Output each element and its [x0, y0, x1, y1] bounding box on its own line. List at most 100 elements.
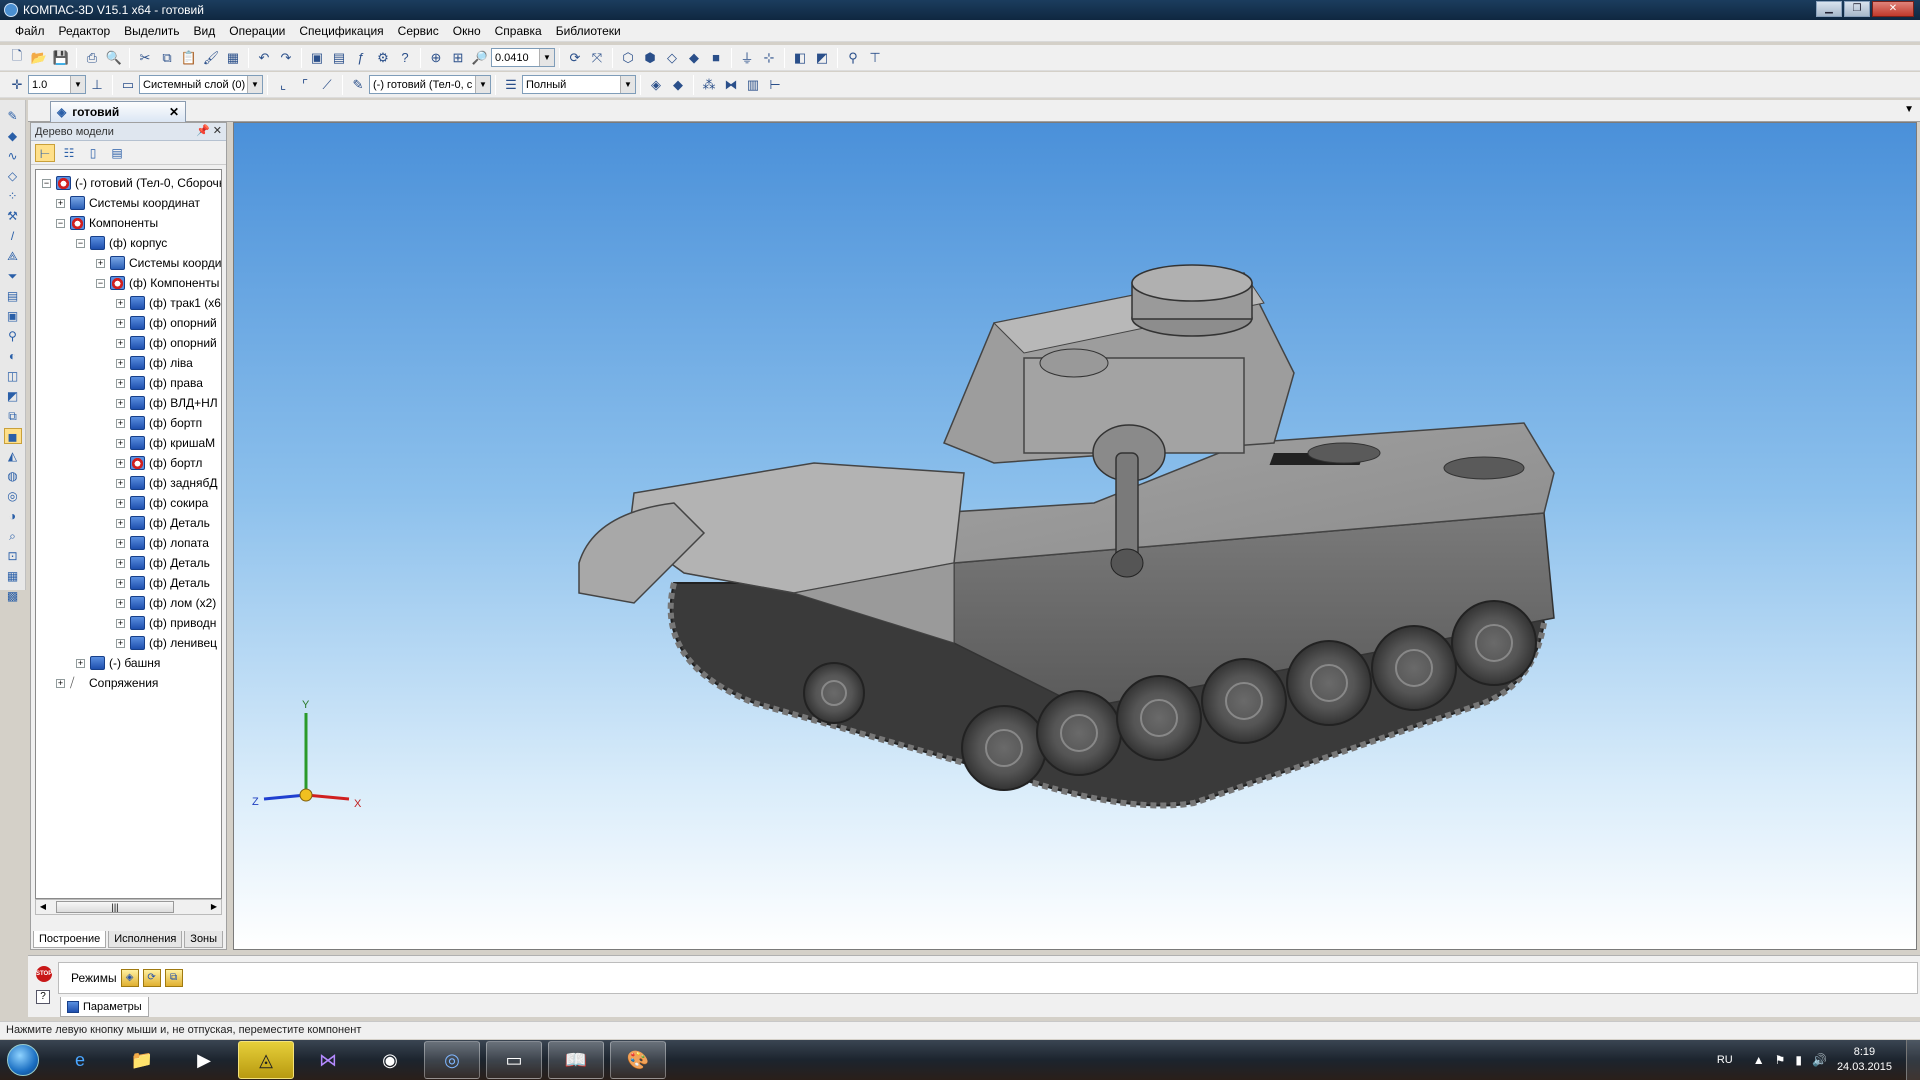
menu-operations[interactable]: Операции	[229, 24, 285, 38]
display-mode-icon[interactable]: ☰	[501, 75, 521, 95]
coord-system-icon[interactable]: ⌞	[273, 75, 293, 95]
expand-icon[interactable]: +	[116, 578, 125, 588]
tree-node[interactable]: + (ф) права	[116, 374, 203, 392]
ortho-icon[interactable]: ⊥	[87, 75, 107, 95]
close-tab-icon[interactable]: ✕	[169, 105, 179, 119]
help-pointer-icon[interactable]: ?	[395, 48, 415, 68]
wireframe-icon[interactable]: ⬡	[618, 48, 638, 68]
tree-node[interactable]: + (ф) бортп	[116, 414, 202, 432]
tree-sort-icon[interactable]: ▯	[83, 144, 103, 162]
tree-node[interactable]: + Системы координат	[56, 194, 200, 212]
tank-model[interactable]: Y X Z	[234, 123, 1917, 950]
menu-edit[interactable]: Редактор	[59, 24, 111, 38]
expand-icon[interactable]: +	[96, 258, 105, 268]
layer-combo[interactable]: Системный слой (0) ▼	[139, 75, 263, 94]
tree-node[interactable]: − (-) готовий (Тел-0, Сборочнь	[42, 174, 221, 192]
table-icon[interactable]: ▦	[4, 568, 22, 584]
expand-icon[interactable]: +	[116, 378, 125, 388]
tab-parameters[interactable]: Параметры	[60, 997, 149, 1017]
new-document-icon[interactable]: 🗋	[7, 48, 27, 68]
spec-icon[interactable]: ▤	[4, 288, 22, 304]
tree-node[interactable]: + (ф) ленивец	[116, 634, 217, 652]
tree-node[interactable]: + (ф) заднябД	[116, 474, 218, 492]
tab-document[interactable]: ◈ готовий ✕	[50, 101, 186, 122]
format-painter-icon[interactable]: 🖌	[201, 48, 221, 68]
drawing-icon[interactable]: ▩	[4, 588, 22, 604]
tree-node[interactable]: + (ф) кришаМ	[116, 434, 215, 452]
menu-service[interactable]: Сервис	[398, 24, 439, 38]
report-icon[interactable]: ▣	[4, 308, 22, 324]
array-icon[interactable]: ⁘	[4, 188, 22, 204]
measure-icon[interactable]: ⚲	[4, 328, 22, 344]
tree-node[interactable]: + (ф) приводн	[116, 614, 216, 632]
chevron-down-icon[interactable]: ▼	[1904, 104, 1914, 115]
edit-assembly-icon[interactable]: ✎	[4, 108, 22, 124]
expand-icon[interactable]: +	[116, 498, 125, 508]
mcc-icon[interactable]: ⊤	[865, 48, 885, 68]
show-desktop-button[interactable]	[1906, 1040, 1920, 1080]
render-icon[interactable]: ◩	[4, 388, 22, 404]
explorer-icon[interactable]: 📁	[114, 1041, 170, 1079]
expand-icon[interactable]: +	[116, 338, 125, 348]
spline-icon[interactable]: ∿	[4, 148, 22, 164]
start-button[interactable]	[0, 1040, 46, 1080]
orient-icon[interactable]: ◭	[4, 448, 22, 464]
help-icon[interactable]: ?	[36, 990, 50, 1004]
variables-icon[interactable]: ƒ	[351, 48, 371, 68]
viewer-icon[interactable]: ▭	[486, 1041, 542, 1079]
expand-icon[interactable]: +	[116, 298, 125, 308]
copy-icon[interactable]: ⧉	[157, 48, 177, 68]
expand-icon[interactable]: +	[116, 398, 125, 408]
tree-node[interactable]: + ⧸ Сопряжения	[56, 674, 158, 692]
clip-icon[interactable]: ◎	[4, 488, 22, 504]
move-component-icon[interactable]: ◆	[668, 75, 688, 95]
shape-icon[interactable]: ◍	[4, 468, 22, 484]
road-wheel[interactable]	[1371, 625, 1457, 711]
filter-icon[interactable]: ⏷	[4, 268, 22, 284]
collapse-icon[interactable]: −	[56, 218, 65, 228]
local-cs-icon[interactable]: ⌜	[295, 75, 315, 95]
kompas-taskbar-icon[interactable]: ◬	[238, 1041, 294, 1079]
tree-node[interactable]: + (ф) ліва	[116, 354, 193, 372]
tree-node[interactable]: − (ф) Компоненты	[96, 274, 219, 292]
undo-icon[interactable]: ↶	[254, 48, 274, 68]
hidden-lines-icon[interactable]: ⬢	[640, 48, 660, 68]
tree-node[interactable]: + (ф) Деталь	[116, 554, 210, 572]
zoom-scale-icon[interactable]: 🔎	[470, 48, 490, 68]
edit-part-icon[interactable]: ✎	[348, 75, 368, 95]
menu-window[interactable]: Окно	[453, 24, 481, 38]
tab-construction[interactable]: Построение	[33, 930, 107, 948]
expand-icon[interactable]: +	[116, 638, 125, 648]
road-wheel[interactable]	[1036, 690, 1122, 776]
expand-icon[interactable]: +	[116, 418, 125, 428]
menu-libraries[interactable]: Библиотеки	[556, 24, 621, 38]
add-component-icon[interactable]: ◆	[4, 128, 22, 144]
manager-icon[interactable]: ▣	[307, 48, 327, 68]
thin-lines-icon[interactable]: ◇	[662, 48, 682, 68]
orient-icon[interactable]: ⤧	[587, 48, 607, 68]
road-wheel[interactable]	[1286, 640, 1372, 726]
properties-icon[interactable]: ▦	[223, 48, 243, 68]
menu-view[interactable]: Вид	[194, 24, 216, 38]
zoom-fit-icon[interactable]: ⊞	[448, 48, 468, 68]
menu-select[interactable]: Выделить	[124, 24, 179, 38]
zoom-window-icon[interactable]: ⊕	[426, 48, 446, 68]
menu-file[interactable]: Файл	[15, 24, 45, 38]
tree-node[interactable]: + (ф) трак1 (х6	[116, 294, 221, 312]
kompas-window-icon[interactable]: ◎	[424, 1041, 480, 1079]
collapse-icon[interactable]: −	[96, 278, 105, 288]
save-icon[interactable]: 💾	[51, 48, 71, 68]
scroll-right-icon[interactable]: ▶	[207, 900, 221, 914]
maximize-button[interactable]: ❐	[1844, 1, 1870, 17]
chrome-icon[interactable]: ◉	[362, 1041, 418, 1079]
expand-icon[interactable]: +	[76, 658, 85, 668]
pin-icon[interactable]: 📌	[196, 125, 210, 137]
sketch-icon[interactable]: ⟁	[4, 248, 22, 264]
model-tree[interactable]: − (-) готовий (Тел-0, Сборочнь + Системы ко…	[35, 169, 222, 899]
component-icon[interactable]: ◈	[646, 75, 666, 95]
tab-zones[interactable]: Зоны	[184, 930, 224, 948]
road-wheel[interactable]	[961, 705, 1047, 791]
body-combo[interactable]: (-) готовий (Тел-0, с ▼	[369, 75, 491, 94]
tree-node[interactable]: + (-) башня	[76, 654, 160, 672]
tree-node[interactable]: + Системы коорди	[96, 254, 221, 272]
